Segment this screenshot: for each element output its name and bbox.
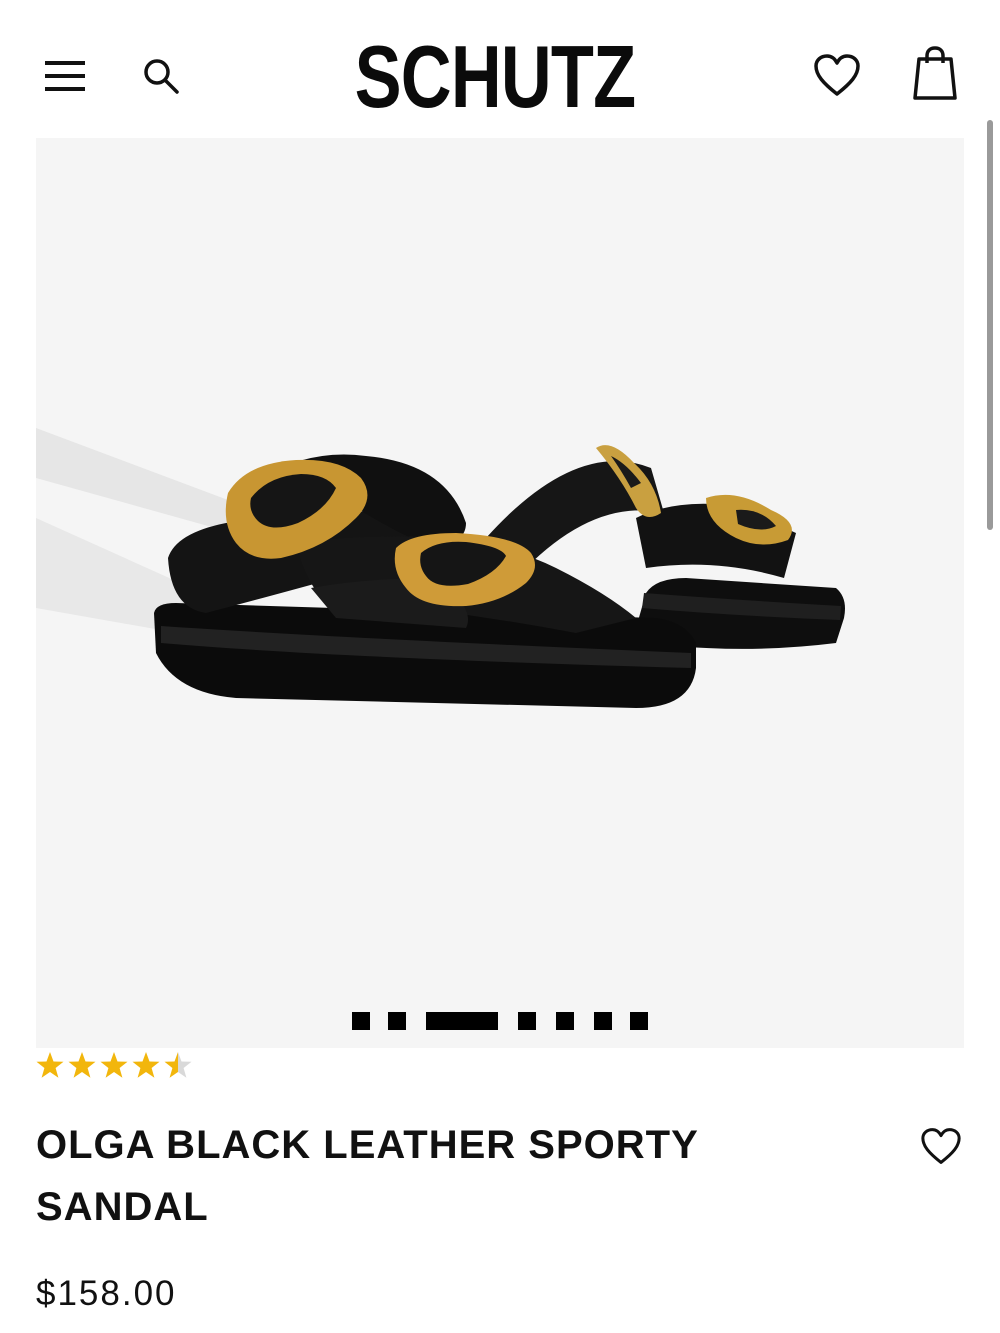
rating-stars	[36, 1052, 192, 1078]
add-to-wishlist-button[interactable]	[912, 1118, 970, 1174]
page-scrollbar[interactable]	[987, 120, 993, 530]
shopping-bag-icon	[913, 46, 957, 100]
product-price: $158.00	[36, 1274, 177, 1313]
heart-outline-icon	[921, 1128, 961, 1164]
hamburger-menu-icon	[45, 61, 85, 91]
star-icon	[68, 1052, 96, 1078]
gallery-dot[interactable]	[556, 1012, 574, 1030]
star-icon	[36, 1052, 64, 1078]
gallery-pagination	[36, 1012, 964, 1032]
top-header: SCHUTZ	[0, 0, 1000, 138]
gallery-dot[interactable]	[594, 1012, 612, 1030]
brand-logo[interactable]: SCHUTZ	[339, 32, 651, 122]
half-star-icon	[164, 1052, 192, 1078]
gallery-dot[interactable]	[352, 1012, 370, 1030]
wishlist-button[interactable]	[806, 46, 868, 104]
product-image-gallery[interactable]	[36, 138, 964, 1048]
heart-outline-icon	[814, 54, 860, 96]
product-title-line1: OLGA BLACK LEATHER SPORTY	[36, 1123, 699, 1167]
menu-button[interactable]	[36, 50, 94, 102]
gallery-dot[interactable]	[388, 1012, 406, 1030]
search-icon	[144, 59, 179, 94]
gallery-dot[interactable]	[518, 1012, 536, 1030]
gallery-dot[interactable]	[630, 1012, 648, 1030]
product-image	[36, 428, 845, 708]
product-title: OLGA BLACK LEATHER SPORTY SANDAL	[36, 1114, 796, 1238]
product-rating[interactable]	[36, 1048, 206, 1084]
product-title-line2: SANDAL	[36, 1185, 209, 1229]
gallery-dot-active[interactable]	[426, 1012, 498, 1030]
cart-button[interactable]	[904, 40, 966, 106]
search-button[interactable]	[132, 50, 190, 102]
star-icon	[132, 1052, 160, 1078]
star-icon	[100, 1052, 128, 1078]
